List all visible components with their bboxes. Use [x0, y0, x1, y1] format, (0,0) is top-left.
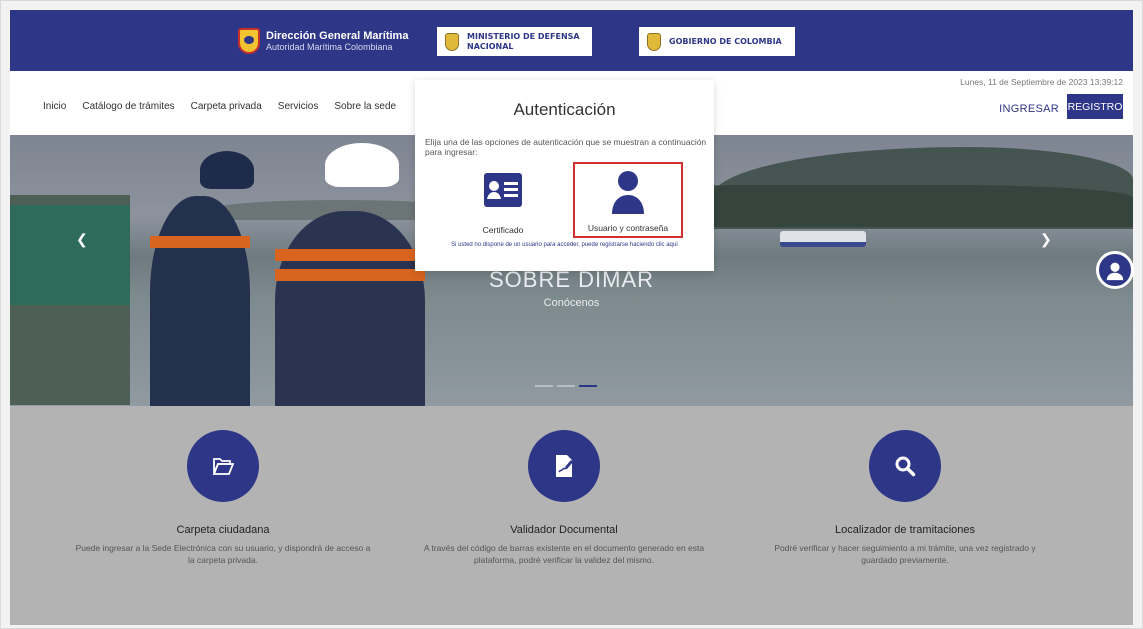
carousel-indicator[interactable] — [557, 385, 575, 387]
hero-helmet — [325, 143, 399, 187]
ministry-line2: NACIONAL — [467, 41, 514, 51]
carousel-prev-icon[interactable]: ❮ — [76, 231, 88, 248]
id-card-icon — [484, 173, 522, 207]
dimar-logo[interactable]: Dirección General Marítima Autoridad Mar… — [238, 28, 408, 54]
chat-support-button[interactable] — [1096, 251, 1134, 289]
carousel-indicators — [535, 385, 597, 387]
nav-item-sobre-la-sede[interactable]: Sobre la sede — [334, 101, 396, 112]
feature-description: A través del código de barras existente … — [423, 543, 705, 565]
institutional-header: Dirección General Marítima Autoridad Mar… — [10, 10, 1133, 71]
auth-option-usuario-contrasena[interactable]: Usuario y contraseña — [573, 162, 683, 238]
document-signature-icon[interactable] — [528, 430, 600, 502]
feature-carpeta-ciudadana[interactable]: Carpeta ciudadana Puede ingresar a la Se… — [68, 430, 378, 566]
nav-item-inicio[interactable]: Inicio — [43, 101, 66, 112]
register-link[interactable]: Si usted no dispone de un usuario para a… — [415, 242, 714, 248]
nav-item-servicios[interactable]: Servicios — [278, 101, 319, 112]
brand-subtitle: Autoridad Marítima Colombiana — [266, 42, 393, 52]
hero-cap — [200, 151, 254, 189]
nav-menu: Inicio Catálogo de trámites Carpeta priv… — [43, 101, 396, 112]
authentication-modal: Autenticación Elija una de las opciones … — [415, 80, 714, 271]
carousel-next-icon[interactable]: ❯ — [1040, 231, 1052, 248]
ministry-line1: MINISTERIO DE DEFENSA — [467, 31, 580, 41]
carousel-indicator[interactable] — [535, 385, 553, 387]
search-icon[interactable] — [869, 430, 941, 502]
feature-title: Localizador de tramitaciones — [834, 524, 976, 536]
hero-subtitle[interactable]: Conócenos — [10, 297, 1133, 309]
colombia-shield-icon — [445, 32, 459, 51]
features-section: Carpeta ciudadana Puede ingresar a la Se… — [10, 406, 1133, 625]
feature-title: Carpeta ciudadana — [176, 524, 270, 536]
auth-option-label: Certificado — [482, 225, 524, 235]
auth-option-label: Usuario y contraseña — [587, 223, 669, 233]
ministry-logo[interactable]: MINISTERIO DE DEFENSA NACIONAL — [437, 27, 592, 56]
modal-description: Elija una de las opciones de autenticaci… — [425, 137, 707, 157]
feature-description: Puede ingresar a la Sede Electrónica con… — [75, 543, 371, 565]
nav-item-carpeta-privada[interactable]: Carpeta privada — [191, 101, 262, 112]
folder-open-icon[interactable] — [187, 430, 259, 502]
government-name: GOBIERNO DE COLOMBIA — [669, 36, 782, 46]
carousel-indicator-active[interactable] — [579, 385, 597, 387]
hero-ship — [780, 231, 866, 247]
login-button[interactable]: INGRESAR — [999, 103, 1059, 115]
feature-title: Validador Documental — [510, 524, 618, 536]
modal-title: Autenticación — [513, 100, 616, 119]
government-logo[interactable]: GOBIERNO DE COLOMBIA — [639, 27, 795, 56]
register-button[interactable]: REGISTRO — [1067, 94, 1123, 119]
brand-title: Dirección General Marítima — [266, 30, 409, 42]
colombia-shield-icon — [647, 32, 661, 51]
user-icon — [612, 171, 644, 214]
feature-description: Podré verificar y hacer seguimiento a mi… — [774, 543, 1036, 565]
support-agent-icon — [1106, 262, 1124, 281]
feature-validador-documental[interactable]: Validador Documental A través del código… — [409, 430, 719, 566]
nav-item-catalogo[interactable]: Catálogo de trámites — [82, 101, 174, 112]
current-datetime: Lunes, 11 de Septiembre de 2023 13:39:12 — [960, 77, 1123, 87]
dimar-crest-icon — [238, 28, 260, 54]
feature-localizador[interactable]: Localizador de tramitaciones Podré verif… — [750, 430, 1060, 566]
auth-option-certificado[interactable]: Certificado — [448, 162, 558, 238]
